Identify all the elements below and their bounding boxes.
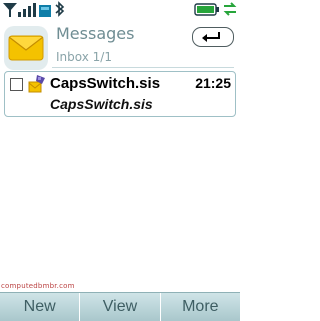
list-item[interactable]: CapsSwitch.sis 21:25 CapsSwitch.sis [4,71,236,117]
mail-envelope-icon [4,26,48,70]
watermark: computedbmbr.com [1,282,75,290]
message-checkbox[interactable] [10,78,23,91]
bluetooth-icon [54,0,66,22]
inbox-count: Inbox 1/1 [56,50,112,64]
message-title: CapsSwitch.sis [50,75,161,92]
view-button[interactable]: View [80,293,161,321]
softkey-bar: New View More [0,292,240,321]
battery-icon [194,0,220,22]
back-button[interactable] [192,27,234,47]
messages-header: Messages Inbox 1/1 [0,20,240,70]
header-divider [52,67,234,68]
message-subtitle: CapsSwitch.sis [50,96,153,112]
data-transfer-icon [222,0,238,22]
more-button[interactable]: More [161,293,240,321]
page-title: Messages [56,24,135,43]
new-button[interactable]: New [0,293,81,321]
message-time: 21:25 [195,75,231,91]
back-arrow-icon [202,32,220,42]
status-bar [0,0,240,20]
network-bars-icon [38,0,52,22]
sis-package-icon [27,74,47,98]
